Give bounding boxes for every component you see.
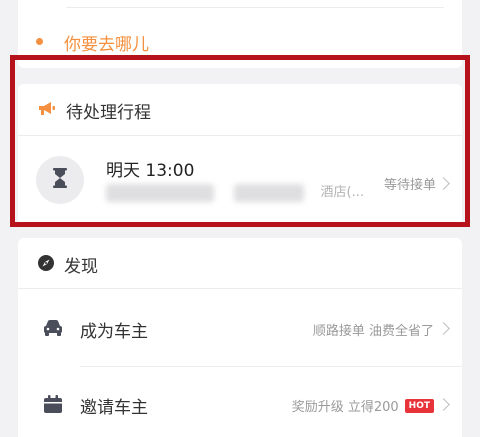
hourglass-icon bbox=[53, 168, 67, 192]
divider bbox=[18, 288, 462, 289]
redacted-start bbox=[106, 184, 214, 202]
become-driver-item[interactable]: 成为车主 顺路接单 油费全省了 bbox=[18, 298, 462, 358]
trip-icon-circle bbox=[36, 156, 84, 204]
trip-route: 酒店(... bbox=[106, 184, 364, 202]
destination-input[interactable]: 你要去哪儿 bbox=[64, 30, 149, 55]
discover-header: 发现 bbox=[38, 252, 98, 277]
car-icon bbox=[42, 318, 64, 338]
trip-route-suffix: 酒店(... bbox=[320, 185, 364, 200]
hot-badge: HOT bbox=[404, 398, 434, 413]
become-driver-label: 成为车主 bbox=[80, 322, 148, 342]
divider bbox=[80, 366, 462, 367]
trip-time: 明天 13:00 bbox=[106, 161, 195, 181]
chevron-right-icon bbox=[437, 398, 450, 411]
invite-driver-subtitle-text: 奖励升级 立得200 bbox=[291, 400, 399, 415]
pending-trips-header: 待处理行程 bbox=[38, 98, 151, 123]
invite-driver-subtitle: 奖励升级 立得200 HOT bbox=[292, 396, 434, 415]
become-driver-subtitle: 顺路接单 油费全省了 bbox=[313, 320, 434, 339]
destination-card: 你要去哪儿 bbox=[18, 0, 462, 68]
discover-card: 发现 成为车主 顺路接单 油费全省了 邀请车主 奖励升级 立得200 HOT bbox=[18, 238, 462, 437]
megaphone-icon bbox=[38, 101, 56, 121]
destination-dot-icon bbox=[36, 38, 43, 45]
redacted-end bbox=[234, 184, 304, 202]
chevron-right-icon bbox=[437, 322, 450, 335]
compass-icon bbox=[38, 254, 54, 275]
chevron-right-icon bbox=[437, 177, 450, 190]
divider bbox=[18, 135, 462, 136]
pending-trips-title: 待处理行程 bbox=[66, 103, 151, 123]
discover-title: 发现 bbox=[64, 257, 98, 277]
trip-status: 等待接单 bbox=[383, 178, 436, 193]
invite-driver-item[interactable]: 邀请车主 奖励升级 立得200 HOT bbox=[18, 374, 462, 434]
pending-trips-card: 待处理行程 明天 13:00 酒店(... 等待接单 bbox=[18, 84, 462, 226]
invite-driver-label: 邀请车主 bbox=[80, 398, 148, 418]
divider bbox=[66, 7, 444, 8]
calendar-icon bbox=[42, 394, 64, 414]
become-driver-subtitle-text: 顺路接单 油费全省了 bbox=[312, 324, 434, 339]
